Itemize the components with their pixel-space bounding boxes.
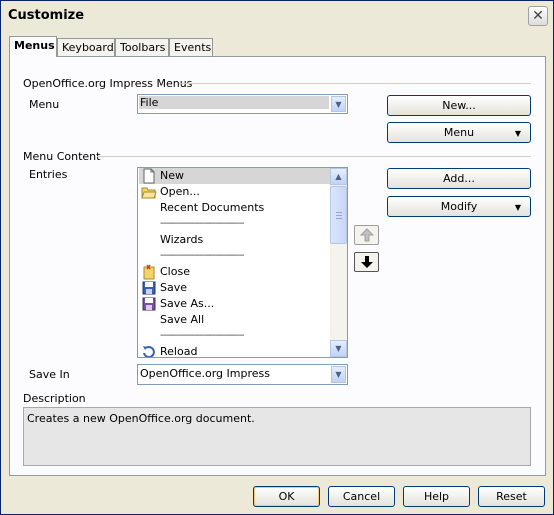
ok-button[interactable]: OK	[253, 486, 320, 507]
add-button[interactable]: Add...	[387, 168, 531, 189]
grip-line	[336, 215, 342, 216]
list-separator[interactable]: --------------------------------	[139, 248, 331, 264]
divider	[179, 83, 531, 84]
move-down-button[interactable]	[354, 252, 379, 272]
tab-menus[interactable]: Menus	[9, 36, 57, 57]
list-item[interactable]: Close	[139, 264, 331, 280]
dropdown-arrow-icon: ▼	[514, 129, 521, 138]
list-item[interactable]: Save As...	[139, 296, 331, 312]
list-item[interactable]: Wizards	[139, 232, 331, 248]
save-as-icon	[141, 296, 157, 312]
grip-line	[336, 212, 342, 213]
new-menu-button[interactable]: New...	[387, 95, 531, 116]
list-separator[interactable]: --------------------------------	[139, 328, 331, 344]
entries-label: Entries	[29, 168, 68, 181]
grip-line	[336, 218, 342, 219]
reset-button[interactable]: Reset	[478, 486, 545, 507]
customize-dialog: Customize ✕ Menus Keyboard Toolbars Even…	[0, 0, 554, 515]
tab-events[interactable]: Events	[169, 38, 213, 56]
modify-dropdown-button[interactable]: Modify ▼	[387, 196, 531, 217]
close-icon: ✕	[532, 8, 544, 24]
move-up-button[interactable]	[354, 225, 379, 245]
content-group-heading: Menu Content	[23, 150, 101, 163]
list-separator[interactable]: --------------------------------	[139, 216, 331, 232]
divider	[97, 156, 531, 157]
save-icon	[141, 280, 157, 296]
list-item[interactable]: Recent Documents	[139, 200, 331, 216]
menu-select-value: File	[139, 96, 329, 109]
save-in-value: OpenOffice.org Impress	[140, 367, 270, 380]
new-document-icon	[141, 168, 157, 184]
list-item[interactable]: Open...	[139, 184, 331, 200]
entries-scrollbar[interactable]: ▲ ▼	[330, 168, 347, 357]
reload-icon	[141, 344, 157, 357]
dropdown-arrow-icon: ▼	[514, 203, 521, 212]
scroll-up-icon[interactable]: ▲	[330, 168, 347, 185]
menus-group-heading: OpenOffice.org Impress Menus	[23, 77, 193, 90]
list-item[interactable]: Save	[139, 280, 331, 296]
scroll-thumb[interactable]	[330, 186, 347, 244]
close-button[interactable]: ✕	[528, 6, 548, 26]
list-item[interactable]: Reload	[139, 344, 331, 357]
save-in-select[interactable]: OpenOffice.org Impress ▼	[137, 364, 348, 385]
chevron-down-icon[interactable]: ▼	[331, 366, 346, 383]
open-folder-icon	[141, 184, 157, 200]
menu-dropdown-button[interactable]: Menu ▼	[387, 122, 531, 143]
description-box: Creates a new OpenOffice.org document.	[23, 407, 531, 466]
help-button[interactable]: Help	[403, 486, 470, 507]
title-bar: Customize ✕	[1, 1, 553, 31]
menu-label: Menu	[29, 98, 60, 111]
menu-select[interactable]: File ▼	[137, 94, 348, 114]
arrow-down-icon	[360, 256, 373, 268]
window-title: Customize	[8, 8, 85, 23]
close-document-icon	[141, 264, 157, 280]
scroll-down-icon[interactable]: ▼	[330, 340, 347, 357]
arrow-up-icon	[359, 228, 374, 242]
tab-keyboard[interactable]: Keyboard	[57, 38, 115, 56]
description-text: Creates a new OpenOffice.org document.	[27, 412, 255, 425]
tab-toolbars[interactable]: Toolbars	[115, 38, 169, 56]
cancel-button[interactable]: Cancel	[328, 486, 395, 507]
list-item[interactable]: New	[139, 168, 331, 184]
entries-list[interactable]: New Open... Recent Documents -----------…	[137, 167, 348, 358]
list-item[interactable]: Save All	[139, 312, 331, 328]
chevron-down-icon[interactable]: ▼	[331, 96, 346, 112]
save-in-label: Save In	[29, 368, 70, 381]
description-label: Description	[23, 392, 86, 405]
